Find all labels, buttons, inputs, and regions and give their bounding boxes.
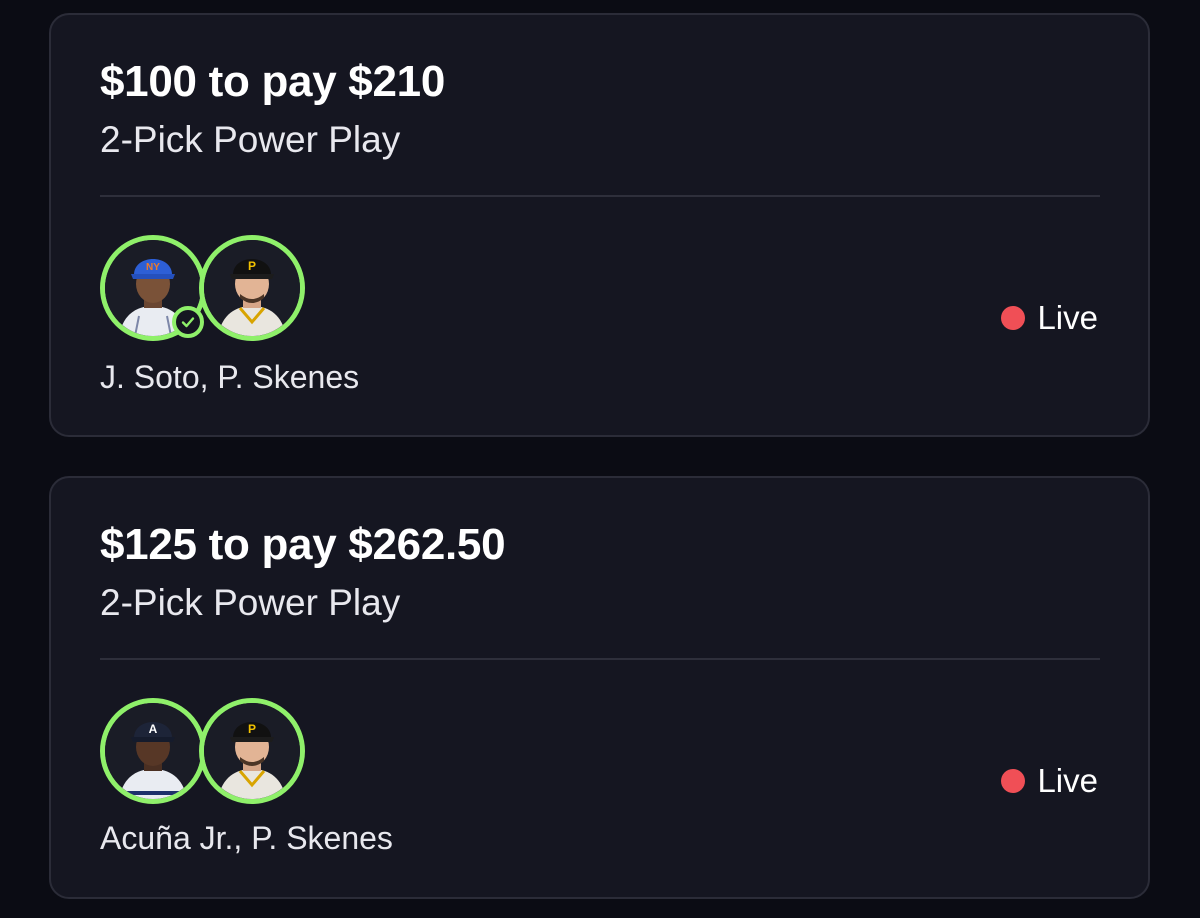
live-status: Live [1001, 299, 1098, 337]
player-names: J. Soto, P. Skenes [100, 359, 360, 395]
pirates-player-icon: P [204, 703, 300, 799]
pirates-logo: P [248, 722, 256, 736]
live-label: Live [1037, 299, 1098, 336]
braves-player-icon: A [105, 703, 201, 799]
player-avatar-skenes: P [199, 698, 305, 804]
braves-logo: A [149, 722, 158, 736]
player-names: Acuña Jr., P. Skenes [100, 820, 393, 856]
live-status: Live [1001, 762, 1098, 800]
player-avatar-acuna: A [100, 698, 206, 804]
player-avatars: NY P [100, 235, 310, 341]
live-dot-icon [1001, 306, 1026, 330]
live-label: Live [1037, 762, 1098, 799]
entry-subtitle: 2-Pick Power Play [100, 582, 401, 623]
entry-title: $125 to pay $262.50 [100, 520, 506, 569]
check-icon [172, 306, 204, 338]
player-avatars: A P [100, 698, 310, 804]
entry-title: $100 to pay $210 [100, 57, 445, 106]
player-avatar-skenes: P [199, 235, 305, 341]
svg-text:NY: NY [146, 262, 160, 273]
entry-card[interactable]: $100 to pay $210 2-Pick Power Play NY P … [49, 13, 1150, 437]
entry-subtitle: 2-Pick Power Play [100, 119, 401, 160]
pirates-logo: P [248, 259, 256, 273]
divider [100, 195, 1100, 197]
pirates-player-icon: P [204, 240, 300, 336]
live-dot-icon [1001, 769, 1026, 793]
divider [100, 658, 1100, 660]
entry-card[interactable]: $125 to pay $262.50 2-Pick Power Play A [49, 476, 1150, 899]
